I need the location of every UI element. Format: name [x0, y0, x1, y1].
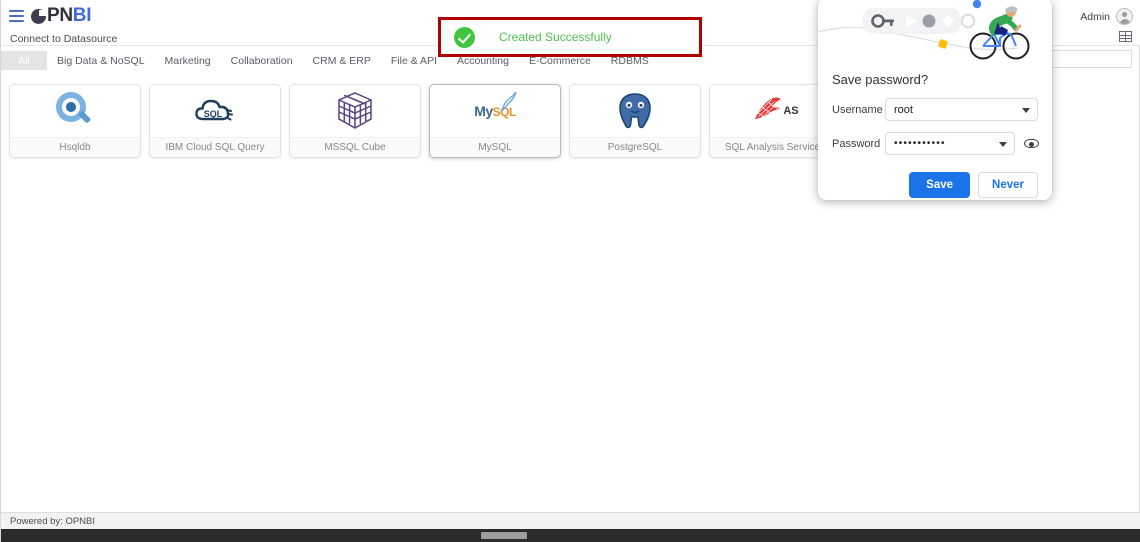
mssql-cube-icon [290, 85, 420, 137]
chevron-down-icon[interactable] [998, 142, 1007, 147]
success-toast[interactable]: Created Successfully [441, 20, 699, 54]
brand-logo[interactable]: PN BI [9, 5, 92, 27]
user-avatar-icon[interactable] [1116, 8, 1133, 25]
page-title: Connect to Datasource [10, 33, 118, 45]
datasource-card-label: IBM Cloud SQL Query [150, 137, 280, 157]
scrollbar-thumb[interactable] [481, 532, 527, 539]
datasource-card-postgresql[interactable]: PostgreSQL [569, 84, 701, 158]
never-button[interactable]: Never [978, 172, 1038, 198]
brand-pie-o-icon [31, 8, 46, 24]
application-window: PN BI Connect to Datasource Admin All Big… [0, 0, 1140, 542]
username-row: Username root [832, 98, 1038, 121]
postgresql-elephant-icon [570, 85, 700, 137]
tab-collaboration[interactable]: Collaboration [221, 51, 303, 70]
brand-wordmark: PN BI [31, 5, 92, 27]
datasource-card-mssql-cube[interactable]: MSSQL Cube [289, 84, 421, 158]
password-label: Password [832, 137, 881, 150]
eye-icon[interactable] [1023, 136, 1039, 151]
save-button[interactable]: Save [909, 172, 971, 198]
chevron-down-icon[interactable] [1022, 108, 1030, 113]
save-password-dialog[interactable]: Save password? Username root Password ••… [818, 0, 1052, 200]
username-label: Username [832, 103, 883, 116]
tab-all[interactable]: All [1, 51, 47, 70]
user-name-label: Admin [1080, 10, 1110, 23]
success-toast-highlight: Created Successfully [438, 17, 702, 57]
datasource-card-label: MySQL [430, 137, 560, 157]
user-menu[interactable]: Admin [1080, 8, 1133, 25]
svg-text:SQL: SQL [204, 109, 223, 119]
toast-message: Created Successfully [499, 30, 612, 44]
tab-crm-erp[interactable]: CRM & ERP [303, 51, 381, 70]
horizontal-scrollbar[interactable] [1, 529, 1140, 542]
dialog-title: Save password? [832, 72, 929, 87]
datasource-card-hsqldb[interactable]: Hsqldb [9, 84, 141, 158]
cyclist-password-illustration [818, 0, 1052, 62]
password-row: Password ••••••••••• [832, 132, 1039, 155]
hsqldb-magnifier-icon [10, 85, 140, 137]
mysql-dolphin-icon: My SQL [430, 85, 560, 137]
footer-text: Powered by: OPNBI [10, 515, 96, 527]
datasource-card-label: MSSQL Cube [290, 137, 420, 157]
ibm-cloud-sql-icon: SQL [150, 85, 280, 137]
tab-marketing[interactable]: Marketing [155, 51, 221, 70]
dialog-actions: Save Never [818, 166, 1052, 198]
datasource-card-mysql[interactable]: My SQL MySQL [429, 84, 561, 158]
save-password-body: Save password? Username root Password ••… [818, 62, 1052, 155]
password-value: ••••••••••• [894, 138, 946, 149]
datasource-card-label: Hsqldb [10, 137, 140, 157]
datasource-card-ibm-cloud-sql-query[interactable]: SQL IBM Cloud SQL Query [149, 84, 281, 158]
footer-bar: Powered by: OPNBI [1, 512, 1140, 529]
username-field[interactable]: root [885, 98, 1038, 121]
password-field[interactable]: ••••••••••• [885, 132, 1015, 155]
brand-text-dark: PN [47, 5, 73, 26]
grid-table-icon[interactable] [1119, 31, 1132, 42]
datasource-card-label: PostgreSQL [570, 137, 700, 157]
username-value: root [894, 103, 913, 116]
success-check-icon [454, 26, 475, 48]
brand-text-blue: BI [72, 5, 92, 26]
hamburger-menu-icon[interactable] [9, 10, 24, 22]
tab-big-data-nosql[interactable]: Big Data & NoSQL [47, 51, 155, 70]
